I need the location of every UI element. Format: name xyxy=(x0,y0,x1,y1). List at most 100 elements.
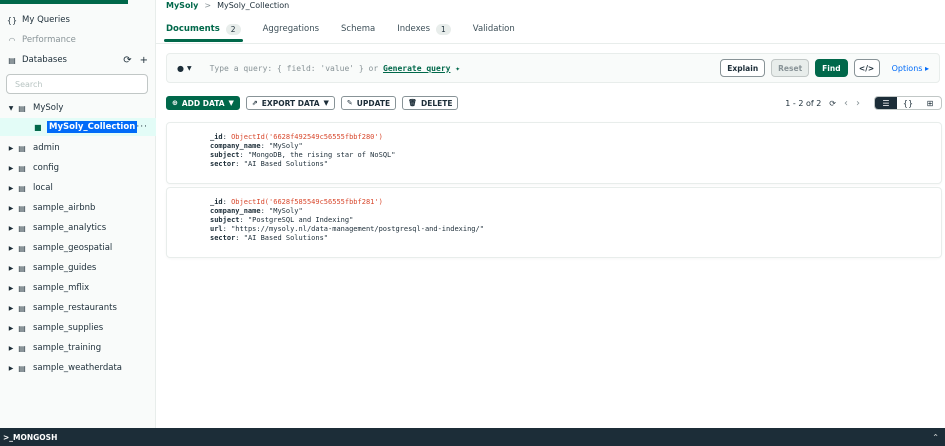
chevron-right-icon[interactable]: ▶ xyxy=(5,305,17,312)
query-history-button[interactable]: ● ▼ xyxy=(177,64,192,73)
field-key: subject xyxy=(210,151,240,159)
tab-label: Indexes xyxy=(397,24,431,34)
sparkle-icon: ✦ xyxy=(455,63,461,73)
sidebar-db-item[interactable]: ▶ ▤ sample_weatherdata xyxy=(0,358,156,378)
chevron-left-icon[interactable]: ‹ xyxy=(844,98,848,109)
list-view-icon[interactable]: ☰ xyxy=(875,97,897,109)
chevron-right-icon[interactable]: ▶ xyxy=(5,165,17,172)
sidebar-search-input[interactable]: Search xyxy=(6,74,148,94)
field-key: _id xyxy=(210,133,223,141)
chevron-right-icon[interactable]: ▶ xyxy=(5,265,17,272)
chevron-right-icon[interactable]: ▶ xyxy=(5,245,17,252)
breadcrumb-separator: > xyxy=(204,0,212,10)
sidebar-db-item[interactable]: ▶ ▤ sample_guides xyxy=(0,258,156,278)
refresh-icon[interactable]: ⟳ xyxy=(829,99,836,108)
sidebar-db-item[interactable]: ▶ ▤ local xyxy=(0,178,156,198)
field-value: ObjectId('6628f585549c56555fbbf281') xyxy=(231,198,383,206)
sidebar-db-item[interactable]: ▶ ▤ sample_restaurants xyxy=(0,298,156,318)
tab-count: 2 xyxy=(225,23,241,35)
db-label: admin xyxy=(33,143,60,153)
sidebar-item-my-queries[interactable]: {} My Queries xyxy=(0,10,156,30)
chevron-right-icon[interactable]: ▶ xyxy=(5,225,17,232)
field-colon: : xyxy=(260,142,270,150)
pagination-range: 1 - 2 of 2 xyxy=(785,98,822,108)
breadcrumb-db[interactable]: MySoly xyxy=(166,1,198,10)
chevron-right-icon[interactable]: ▶ xyxy=(5,145,17,152)
chevron-right-icon[interactable]: ▶ xyxy=(5,205,17,212)
database-icon: ▤ xyxy=(18,163,26,173)
field-value: "PostgreSQL and Indexing" xyxy=(247,216,354,224)
chevron-right-icon[interactable]: ▶ xyxy=(5,365,17,372)
tab-label: Schema xyxy=(341,24,376,34)
generate-query-link[interactable]: Generate query xyxy=(383,64,450,73)
button-label: UPDATE xyxy=(356,98,391,108)
sidebar-item-performance[interactable]: ◠ Performance xyxy=(0,30,156,50)
chevron-right-icon[interactable]: ▶ xyxy=(5,185,17,192)
database-icon: ▤ xyxy=(8,55,16,65)
query-input[interactable]: Type a query: { field: 'value' } or Gene… xyxy=(210,64,461,73)
field-value: "https://mysoly.nl/data-management/postg… xyxy=(231,225,484,233)
sidebar-db-item[interactable]: ▶ ▤ config xyxy=(0,158,156,178)
tab-validation[interactable]: Validation xyxy=(473,18,515,40)
add-data-button[interactable]: ⊕ ADD DATA ▼ xyxy=(166,96,240,110)
reset-button[interactable]: Reset xyxy=(771,59,810,77)
field-colon: : xyxy=(235,160,244,168)
tab-documents[interactable]: Documents 2 xyxy=(164,18,243,42)
sidebar-db-item[interactable]: ▶ ▤ sample_training xyxy=(0,338,156,358)
field-value: "MySoly" xyxy=(269,142,303,150)
refresh-icon[interactable]: ⟳ xyxy=(123,55,131,66)
collection-tabs: Documents 2 Aggregations Schema Indexes … xyxy=(164,18,515,42)
document-field: subject: "MongoDB, the rising star of No… xyxy=(210,151,395,159)
chevron-right-icon[interactable]: › xyxy=(856,98,860,109)
mongosh-bar[interactable]: >_MONGOSH ⌃ xyxy=(0,428,945,446)
chevron-down-icon: ▼ xyxy=(228,99,234,107)
braces-icon: {} xyxy=(6,15,18,25)
export-data-button[interactable]: ⇗ EXPORT DATA ▼ xyxy=(245,96,335,110)
chevron-down-icon[interactable]: ▼ xyxy=(5,105,17,112)
field-colon: : xyxy=(222,198,232,206)
database-icon: ▤ xyxy=(18,143,26,153)
sidebar-db-item[interactable]: ▶ ▤ sample_airbnb xyxy=(0,198,156,218)
chevron-right-icon[interactable]: ▶ xyxy=(5,345,17,352)
add-database-icon[interactable]: + xyxy=(140,55,148,66)
field-colon: : xyxy=(222,225,232,233)
more-options-icon[interactable]: ··· xyxy=(136,122,148,132)
update-button[interactable]: ✎ UPDATE xyxy=(340,96,397,110)
field-key: sector xyxy=(210,234,236,242)
code-view-button[interactable]: </> xyxy=(853,59,880,77)
find-button[interactable]: Find xyxy=(815,59,848,77)
db-label: MySoly xyxy=(33,103,64,113)
options-button[interactable]: Options ▸ xyxy=(892,64,929,73)
document-card[interactable]: _id: ObjectId('6628f492549c56555fbbf280'… xyxy=(166,122,942,184)
sidebar-item-label: Databases xyxy=(22,55,67,65)
chevron-right-icon[interactable]: ▶ xyxy=(5,285,17,292)
chevron-up-icon[interactable]: ⌃ xyxy=(932,433,939,442)
button-label: ADD DATA xyxy=(181,98,225,108)
sidebar-db-mysoly[interactable]: ▼ ▤ MySoly xyxy=(0,98,156,118)
sidebar-collection-mysoly-collection[interactable]: ■ MySoly_Collection ··· xyxy=(0,118,156,136)
database-icon: ▤ xyxy=(18,303,26,313)
field-key: company_name xyxy=(210,142,261,150)
sidebar-db-item[interactable]: ▶ ▤ sample_analytics xyxy=(0,218,156,238)
chevron-down-icon: ▼ xyxy=(323,99,329,107)
tab-aggregations[interactable]: Aggregations xyxy=(263,18,319,40)
document-card[interactable]: _id: ObjectId('6628f585549c56555fbbf281'… xyxy=(166,187,942,258)
json-view-icon[interactable]: {} xyxy=(897,97,919,109)
tab-indexes[interactable]: Indexes 1 xyxy=(397,18,451,40)
tab-schema[interactable]: Schema xyxy=(341,18,375,40)
explain-button[interactable]: Explain xyxy=(720,59,766,77)
chevron-right-icon[interactable]: ▶ xyxy=(5,325,17,332)
sidebar-db-item[interactable]: ▶ ▤ admin xyxy=(0,138,156,158)
db-label: sample_airbnb xyxy=(33,203,96,213)
sidebar: {} My Queries ◠ Performance ▤ Databases … xyxy=(0,0,156,428)
db-label: sample_mflix xyxy=(33,283,90,293)
delete-button[interactable]: 🗑 DELETE xyxy=(402,96,459,110)
sidebar-db-item[interactable]: ▶ ▤ sample_mflix xyxy=(0,278,156,298)
sidebar-db-item[interactable]: ▶ ▤ sample_geospatial xyxy=(0,238,156,258)
sidebar-item-databases[interactable]: ▤ Databases ⟳ + xyxy=(0,50,156,70)
view-toggle: ☰ {} ⊞ xyxy=(874,96,942,110)
table-view-icon[interactable]: ⊞ xyxy=(919,97,941,109)
document-field: company_name: "MySoly" xyxy=(210,207,303,215)
query-placeholder: Type a query: { field: 'value' } or xyxy=(209,63,379,73)
sidebar-db-item[interactable]: ▶ ▤ sample_supplies xyxy=(0,318,156,338)
